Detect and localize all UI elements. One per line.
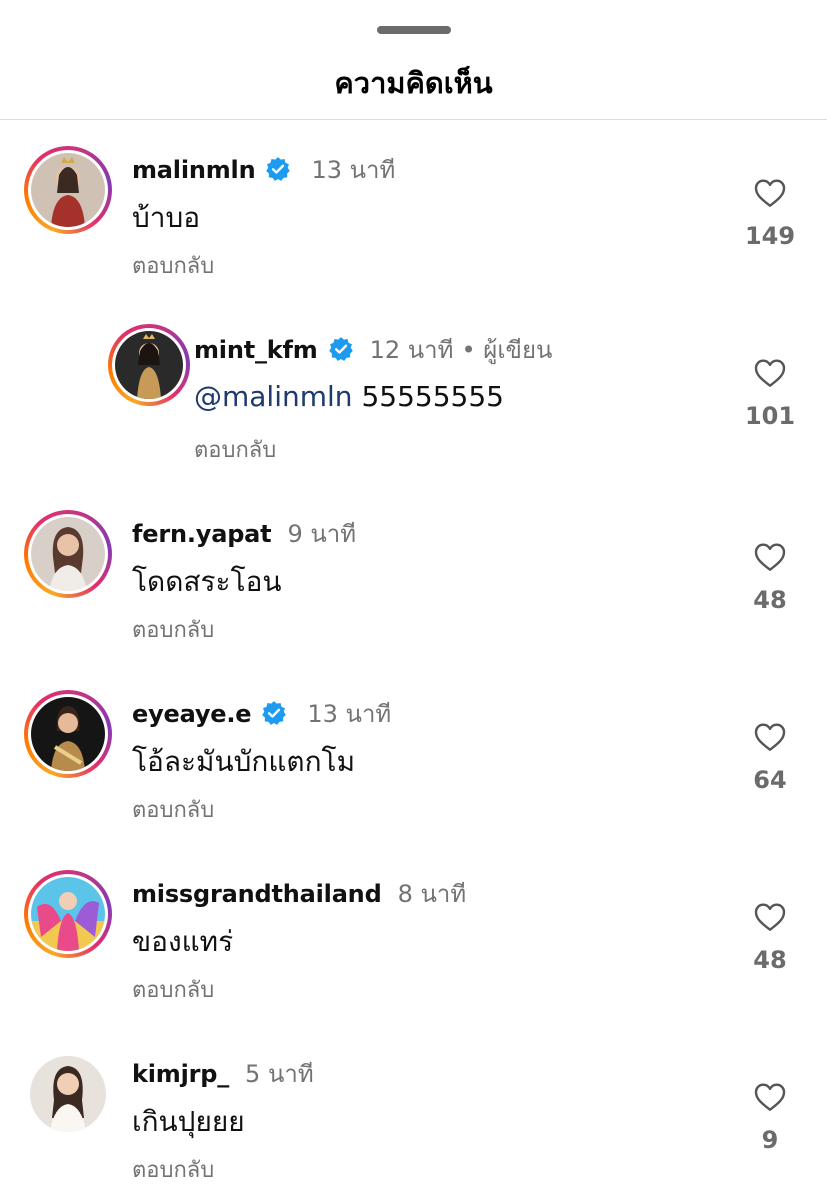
- comment-time: 13 นาที: [311, 156, 396, 184]
- like-count: 64: [753, 766, 787, 794]
- heart-outline-icon: [754, 543, 786, 571]
- avatar[interactable]: [108, 324, 190, 406]
- mention-link[interactable]: @malinmln: [194, 380, 353, 413]
- comment-text: บ้าบอ: [132, 201, 201, 234]
- like-count: 101: [744, 402, 796, 430]
- avatar-photo: [115, 331, 183, 399]
- drag-handle[interactable]: [377, 26, 451, 34]
- comment-text: ของแทร่: [132, 925, 234, 958]
- like-count: 48: [753, 586, 787, 614]
- avatar-photo: [31, 517, 105, 591]
- username[interactable]: malinmln: [132, 156, 256, 184]
- comment-time: 12 นาที: [369, 336, 454, 364]
- username[interactable]: kimjrp_: [132, 1060, 229, 1088]
- username[interactable]: missgrandthailand: [132, 880, 382, 908]
- comment-item: fern.yapat 9 นาที โดดสระโอน ตอบกลับ 48: [0, 506, 827, 656]
- page-title: ความคิดเห็น: [334, 66, 493, 100]
- header-divider: [0, 119, 827, 120]
- heart-outline-icon: [754, 723, 786, 751]
- avatar[interactable]: [24, 870, 112, 958]
- like-button[interactable]: 101: [740, 358, 800, 430]
- like-count: 149: [744, 222, 796, 250]
- comment-text: โอ้ละมันบักแตกโม: [132, 745, 356, 778]
- reply-comment-item: mint_kfm 12 นาที • ผู้เขียน @malinmln 55…: [0, 322, 827, 472]
- like-button[interactable]: 48: [740, 542, 800, 614]
- username[interactable]: mint_kfm: [194, 336, 318, 364]
- comment-text: โดดสระโอน: [132, 565, 282, 598]
- comment-item: eyeaye.e 13 นาที โอ้ละมันบักแตกโม ตอบกลั…: [0, 686, 827, 836]
- like-count: 48: [753, 946, 787, 974]
- heart-outline-icon: [754, 179, 786, 207]
- verified-badge-icon: [328, 337, 353, 361]
- avatar-photo: [30, 1056, 106, 1132]
- reply-button[interactable]: ตอบกลับ: [132, 972, 214, 1007]
- comments-sheet: ความคิดเห็น malinmln 13 นาที บ้าบอ ตอบกล…: [0, 0, 827, 1200]
- like-button[interactable]: 64: [740, 722, 800, 794]
- avatar[interactable]: [24, 1050, 112, 1138]
- like-count: 9: [761, 1126, 779, 1154]
- verified-badge-icon: [262, 701, 287, 725]
- comment-item: malinmln 13 นาที บ้าบอ ตอบกลับ 149: [0, 142, 827, 292]
- avatar[interactable]: [24, 146, 112, 234]
- comment-time: 9 นาที: [287, 520, 357, 548]
- comment-item: missgrandthailand 8 นาที ของแทร่ ตอบกลับ…: [0, 866, 827, 1016]
- avatar-photo: [31, 697, 105, 771]
- username[interactable]: fern.yapat: [132, 520, 272, 548]
- username[interactable]: eyeaye.e: [132, 700, 252, 728]
- comment-item: kimjrp_ 5 นาที เกินปุยยย ตอบกลับ 9: [0, 1046, 827, 1196]
- avatar-photo: [31, 153, 105, 227]
- reply-button[interactable]: ตอบกลับ: [132, 1152, 214, 1187]
- comment-time: 8 นาที: [397, 880, 467, 908]
- comment-body: 55555555: [361, 380, 504, 413]
- comment-text: เกินปุยยย: [132, 1105, 245, 1138]
- reply-button[interactable]: ตอบกลับ: [132, 792, 214, 827]
- heart-outline-icon: [754, 903, 786, 931]
- avatar[interactable]: [24, 510, 112, 598]
- reply-button[interactable]: ตอบกลับ: [132, 248, 214, 283]
- author-badge: • ผู้เขียน: [461, 336, 553, 364]
- avatar[interactable]: [24, 690, 112, 778]
- comment-time: 5 นาที: [245, 1060, 314, 1088]
- verified-badge-icon: [266, 157, 291, 181]
- comment-time: 13 นาที: [307, 700, 392, 728]
- like-button[interactable]: 9: [740, 1082, 800, 1154]
- heart-outline-icon: [754, 1083, 786, 1111]
- like-button[interactable]: 149: [740, 178, 800, 250]
- reply-button[interactable]: ตอบกลับ: [132, 612, 214, 647]
- comment-text: @malinmln 55555555: [194, 380, 504, 413]
- reply-button[interactable]: ตอบกลับ: [194, 432, 276, 467]
- avatar-photo: [31, 877, 105, 951]
- like-button[interactable]: 48: [740, 902, 800, 974]
- heart-outline-icon: [754, 359, 786, 387]
